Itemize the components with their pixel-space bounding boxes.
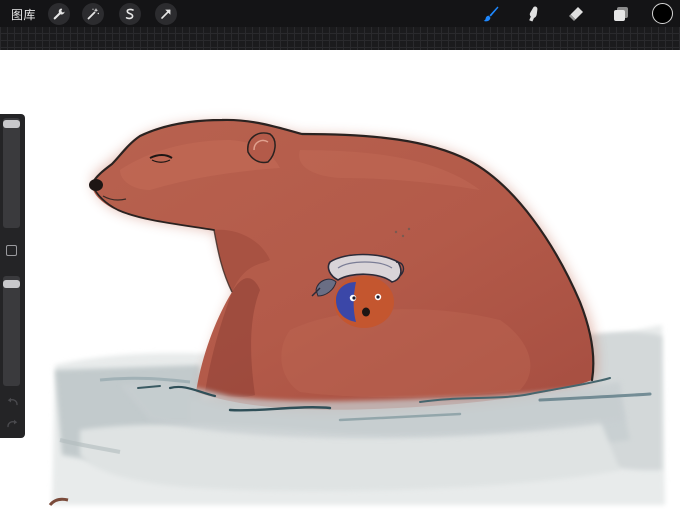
- smudge-button[interactable]: [522, 3, 544, 25]
- arrow-cursor-icon: [161, 9, 171, 19]
- brush-size-thumb[interactable]: [3, 120, 20, 128]
- transform-button[interactable]: [155, 3, 177, 25]
- top-toolbar: 图库: [0, 0, 680, 50]
- opacity-slider[interactable]: [3, 276, 20, 386]
- selection-button[interactable]: [119, 3, 141, 25]
- brush-button[interactable]: [480, 3, 502, 25]
- eraser-button[interactable]: [565, 3, 587, 25]
- actions-button[interactable]: [48, 3, 70, 25]
- layers-button[interactable]: [610, 3, 632, 25]
- left-sidebar: [0, 114, 25, 438]
- modify-button[interactable]: [6, 245, 17, 256]
- undo-button[interactable]: [6, 394, 19, 407]
- bear-painting: [48, 118, 665, 507]
- color-swatch-button[interactable]: [652, 3, 673, 24]
- layers-icon: [614, 7, 628, 21]
- undo-arrow-icon: [7, 397, 18, 406]
- redo-arrow-icon: [7, 419, 18, 428]
- redo-button[interactable]: [6, 416, 19, 429]
- smudge-finger-icon: [529, 6, 538, 22]
- magic-wand-icon: [87, 8, 99, 20]
- wrench-icon: [53, 8, 65, 20]
- selection-s-icon: [125, 8, 134, 20]
- opacity-thumb[interactable]: [3, 280, 20, 288]
- procreate-app: 图库: [0, 0, 680, 510]
- adjustments-button[interactable]: [82, 3, 104, 25]
- eraser-icon: [569, 7, 583, 21]
- brush-size-slider[interactable]: [3, 118, 20, 228]
- gallery-button[interactable]: 图库: [11, 6, 36, 23]
- brush-icon: [483, 6, 499, 22]
- drawing-canvas[interactable]: [0, 50, 680, 510]
